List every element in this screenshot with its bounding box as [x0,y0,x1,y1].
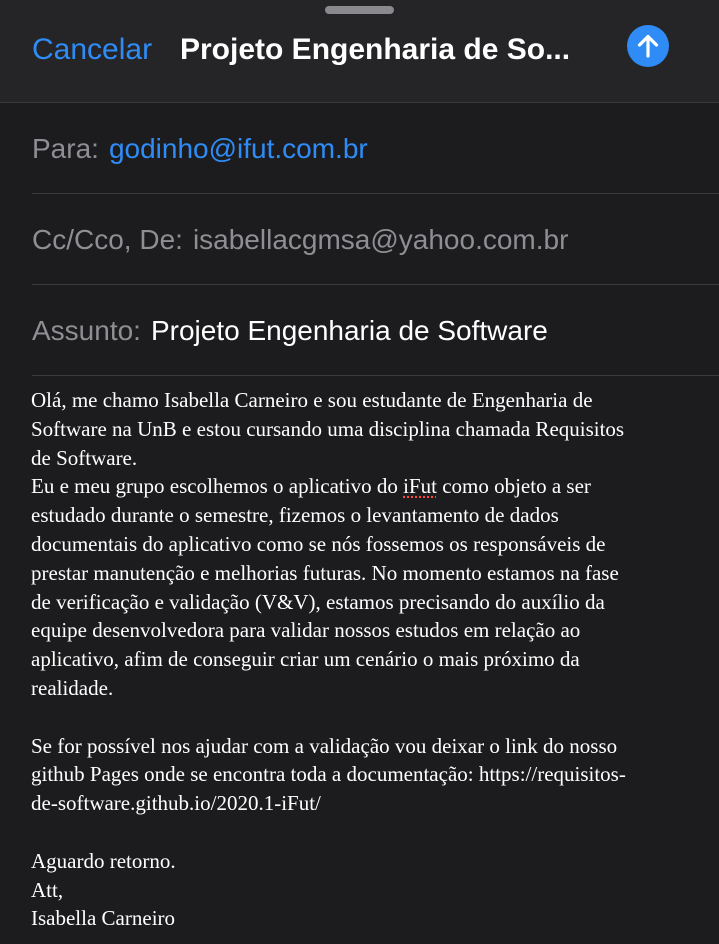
cc-from-label: Cc/Cco, De: [32,224,183,255]
body-line: equipe desenvolvedora para validar nosso… [31,618,581,643]
cancel-button[interactable]: Cancelar [32,31,152,69]
body-line: prestar manutenção e melhorias futuras. … [31,560,619,585]
body-line: github Pages onde se encontra toda a doc… [31,762,626,787]
send-button[interactable] [627,25,669,67]
subject-input[interactable]: Projeto Engenharia de Software [151,315,548,346]
body-line: Att, [31,877,64,902]
message-body[interactable]: Olá, me chamo Isabella Carneiro e sou es… [31,386,696,933]
to-field[interactable]: Para: godinho@ifut.com.br [32,103,719,194]
body-line: Eu e meu grupo escolhemos o aplicativo d… [31,472,696,501]
arrow-up-icon [637,34,659,58]
body-line: Se for possível nos ajudar com a validaç… [31,733,618,758]
compose-title: Projeto Engenharia de So... [180,33,571,66]
body-line: de-software.github.io/2020.1-iFut/ [31,791,321,816]
body-text: como objeto a ser [436,474,591,499]
body-text: Eu e meu grupo escolhemos o aplicativo d… [31,474,404,499]
compose-header: Cancelar Projeto Engenharia de So... [0,0,719,103]
cc-from-field[interactable]: Cc/Cco, De: isabellacgmsa@yahoo.com.br [32,194,719,285]
compose-sheet: Cancelar Projeto Engenharia de So... Par… [0,0,719,944]
subject-field[interactable]: Assunto: Projeto Engenharia de Software [32,285,719,376]
body-line: realidade. [31,675,114,700]
body-line: aplicativo, afim de conseguir criar um c… [31,647,580,672]
body-line: Aguardo retorno. [31,848,176,873]
to-label: Para: [32,133,99,164]
body-line: Olá, me chamo Isabella Carneiro e sou es… [31,388,593,412]
body-line: de verificação e validação (V&V), estamo… [31,589,605,614]
misspelled-word[interactable]: iFut [403,474,437,498]
body-line: documentais do aplicativo como se nós fo… [31,531,606,556]
signature: Isabella Carneiro [31,906,176,931]
sheet-grabber[interactable] [325,6,394,14]
subject-label: Assunto: [32,315,141,346]
from-address[interactable]: isabellacgmsa@yahoo.com.br [193,224,568,255]
body-line: estudado durante o semestre, fizemos o l… [31,503,559,528]
body-line: Software na UnB e estou cursando uma dis… [31,416,625,441]
to-recipient[interactable]: godinho@ifut.com.br [109,133,368,164]
body-line: de Software. [31,445,138,470]
